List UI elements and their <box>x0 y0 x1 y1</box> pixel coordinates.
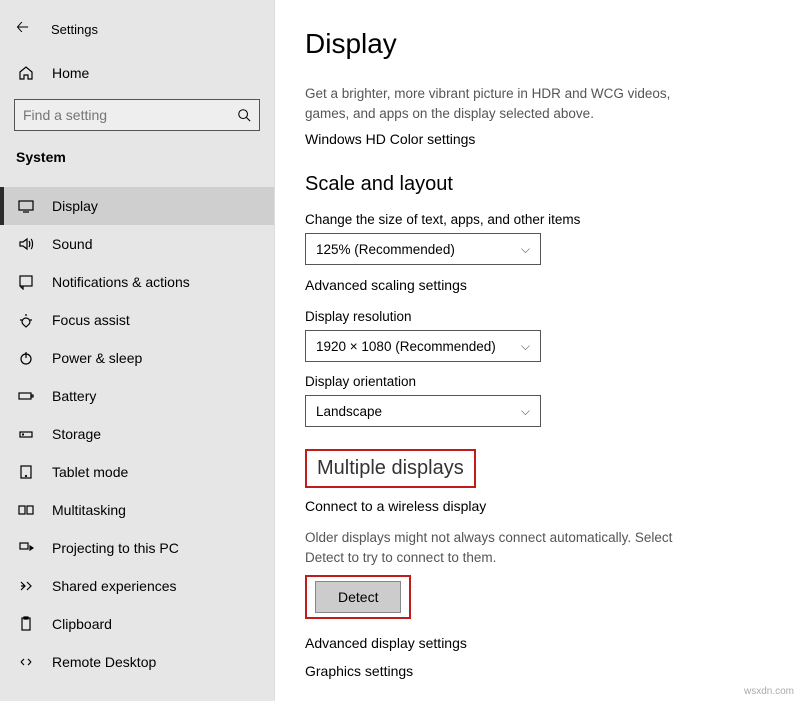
remote-desktop-icon <box>18 654 34 670</box>
sidebar-item-multitasking[interactable]: Multitasking <box>0 491 274 529</box>
focus-assist-icon <box>18 312 34 328</box>
sidebar-item-label: Display <box>52 198 98 214</box>
orientation-label: Display orientation <box>305 374 770 389</box>
back-button[interactable]: 🡠 <box>16 16 29 43</box>
orientation-value: Landscape <box>316 404 382 419</box>
sidebar-item-shared[interactable]: Shared experiences <box>0 567 274 605</box>
hdr-description: Get a brighter, more vibrant picture in … <box>305 84 695 123</box>
sidebar-item-display[interactable]: Display <box>0 187 274 225</box>
sidebar-item-label: Projecting to this PC <box>52 540 179 556</box>
sidebar-item-remote-desktop[interactable]: Remote Desktop <box>0 643 274 681</box>
home-label: Home <box>52 65 89 81</box>
clipboard-icon <box>18 616 34 632</box>
category-label: System <box>0 145 274 175</box>
resolution-value: 1920 × 1080 (Recommended) <box>316 339 496 354</box>
sidebar-item-storage[interactable]: Storage <box>0 415 274 453</box>
sidebar-item-label: Sound <box>52 236 92 252</box>
hdr-settings-link[interactable]: Windows HD Color settings <box>305 131 770 147</box>
sidebar-item-label: Battery <box>52 388 96 404</box>
scale-value: 125% (Recommended) <box>316 242 455 257</box>
sidebar-item-label: Multitasking <box>52 502 126 518</box>
chevron-down-icon: ⌵ <box>521 404 530 419</box>
sidebar-item-label: Clipboard <box>52 616 112 632</box>
sidebar-item-label: Storage <box>52 426 101 442</box>
home-icon <box>18 65 34 81</box>
detect-button[interactable]: Detect <box>315 581 401 613</box>
shared-icon <box>18 578 34 594</box>
tablet-icon <box>18 464 34 480</box>
wireless-display-link[interactable]: Connect to a wireless display <box>305 498 770 514</box>
sidebar-item-home[interactable]: Home <box>0 55 274 91</box>
sidebar-item-notifications[interactable]: Notifications & actions <box>0 263 274 301</box>
scale-select[interactable]: 125% (Recommended) ⌵ <box>305 233 541 265</box>
highlight-detect: Detect <box>305 575 411 619</box>
scale-heading: Scale and layout <box>305 173 770 196</box>
watermark: wsxdn.com <box>744 686 794 697</box>
sidebar-item-label: Focus assist <box>52 312 130 328</box>
search-box[interactable] <box>14 99 260 131</box>
search-icon <box>237 108 251 122</box>
sidebar-item-battery[interactable]: Battery <box>0 377 274 415</box>
sidebar: 🡠 Settings Home System Display Sound Not… <box>0 0 275 701</box>
sidebar-item-label: Power & sleep <box>52 350 142 366</box>
sidebar-item-focus-assist[interactable]: Focus assist <box>0 301 274 339</box>
storage-icon <box>18 426 34 442</box>
sound-icon <box>18 236 34 252</box>
chevron-down-icon: ⌵ <box>521 242 530 257</box>
graphics-settings-link[interactable]: Graphics settings <box>305 663 770 679</box>
battery-icon <box>18 388 34 404</box>
chevron-down-icon: ⌵ <box>521 339 530 354</box>
sidebar-item-tablet-mode[interactable]: Tablet mode <box>0 453 274 491</box>
multitasking-icon <box>18 502 34 518</box>
scale-label: Change the size of text, apps, and other… <box>305 212 770 227</box>
advanced-scaling-link[interactable]: Advanced scaling settings <box>305 277 770 293</box>
sidebar-item-clipboard[interactable]: Clipboard <box>0 605 274 643</box>
sidebar-item-label: Tablet mode <box>52 464 128 480</box>
older-displays-description: Older displays might not always connect … <box>305 528 705 567</box>
power-icon <box>18 350 34 366</box>
multiple-displays-heading: Multiple displays <box>317 457 464 480</box>
page-title: Display <box>305 28 770 60</box>
sidebar-item-label: Notifications & actions <box>52 274 190 290</box>
main-content: Display Get a brighter, more vibrant pic… <box>275 0 800 701</box>
sidebar-item-label: Remote Desktop <box>52 654 156 670</box>
sidebar-item-projecting[interactable]: Projecting to this PC <box>0 529 274 567</box>
resolution-select[interactable]: 1920 × 1080 (Recommended) ⌵ <box>305 330 541 362</box>
window-header: 🡠 Settings <box>0 10 274 55</box>
nav-list: Display Sound Notifications & actions Fo… <box>0 187 274 681</box>
window-title: Settings <box>51 22 98 37</box>
highlight-multiple-displays: Multiple displays <box>305 449 476 488</box>
advanced-display-link[interactable]: Advanced display settings <box>305 635 770 651</box>
search-input[interactable] <box>23 107 237 123</box>
projecting-icon <box>18 540 34 556</box>
orientation-select[interactable]: Landscape ⌵ <box>305 395 541 427</box>
display-icon <box>18 198 34 214</box>
sidebar-item-sound[interactable]: Sound <box>0 225 274 263</box>
resolution-label: Display resolution <box>305 309 770 324</box>
notifications-icon <box>18 274 34 290</box>
sidebar-item-power[interactable]: Power & sleep <box>0 339 274 377</box>
sidebar-item-label: Shared experiences <box>52 578 177 594</box>
